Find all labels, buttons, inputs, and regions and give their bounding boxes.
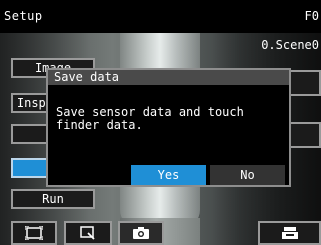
display-mode-button[interactable] xyxy=(11,221,57,245)
save-data-dialog: Save data Save sensor data and touch fin… xyxy=(46,68,291,187)
menu-run-button[interactable]: Run xyxy=(11,189,95,209)
header-status-text: F0 xyxy=(304,9,319,23)
no-button[interactable]: No xyxy=(210,165,285,185)
scene-label[interactable]: 0.Scene0 xyxy=(261,38,319,52)
setup-screen: Setup F0 0.Scene0 Image Inspection In T … xyxy=(0,0,321,245)
capture-button[interactable] xyxy=(118,221,164,245)
save-menu-button[interactable] xyxy=(258,221,321,245)
save-icon xyxy=(281,227,298,239)
zoom-icon xyxy=(80,226,95,240)
right-side-button-1[interactable] xyxy=(289,70,321,96)
title-bar: Setup F0 xyxy=(0,0,321,33)
right-side-button-2[interactable] xyxy=(289,122,321,148)
dialog-titlebar: Save data xyxy=(48,70,289,85)
page-title: Setup xyxy=(4,9,43,23)
display-mode-icon xyxy=(25,226,43,240)
dialog-message: Save sensor data and touch finder data. xyxy=(56,105,244,132)
camera-icon xyxy=(133,227,149,239)
zoom-button[interactable] xyxy=(64,221,112,245)
yes-button[interactable]: Yes xyxy=(131,165,206,185)
dialog-title: Save data xyxy=(54,70,120,84)
